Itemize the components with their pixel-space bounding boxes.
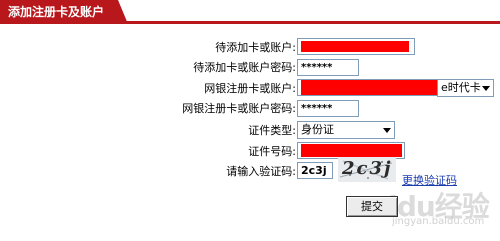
chevron-down-icon (383, 128, 391, 133)
captcha-label: 请输入验证码: (226, 165, 296, 178)
card-account-label: 待添加卡或账户: (215, 41, 296, 54)
panel-header: 添加注册卡及账户 (0, 0, 500, 24)
id-type-select[interactable]: 身份证 (297, 121, 395, 139)
card-password-label: 待添加卡或账户密码: (193, 61, 296, 74)
redacted-value (301, 144, 402, 157)
chevron-down-icon (482, 86, 490, 91)
baidu-watermark-url: jingyan.baidu.com (392, 216, 485, 227)
id-number-label: 证件号码: (248, 145, 296, 158)
netbank-password-label: 网银注册卡或账户密码: (182, 102, 296, 115)
header-underline (0, 21, 500, 24)
id-type-label: 证件类型: (248, 124, 296, 137)
id-type-value: 身份证 (301, 123, 334, 136)
redacted-value (301, 80, 437, 95)
netbank-account-input[interactable] (297, 79, 437, 96)
captcha-text: 2c3j (342, 158, 393, 179)
netbank-card-type-select[interactable]: e时代卡 (437, 79, 494, 97)
card-account-input[interactable] (297, 38, 415, 55)
card-password-input[interactable]: ****** (297, 59, 359, 76)
netbank-account-label: 网银注册卡或账户: (204, 82, 296, 95)
netbank-password-input[interactable]: ****** (297, 100, 359, 117)
submit-button[interactable]: 提交 (346, 196, 398, 217)
redacted-value (301, 41, 409, 52)
captcha-input[interactable]: 2c3j (297, 162, 333, 179)
captcha-image: 2c3j (338, 157, 396, 182)
netbank-card-type-value: e时代卡 (441, 81, 481, 94)
